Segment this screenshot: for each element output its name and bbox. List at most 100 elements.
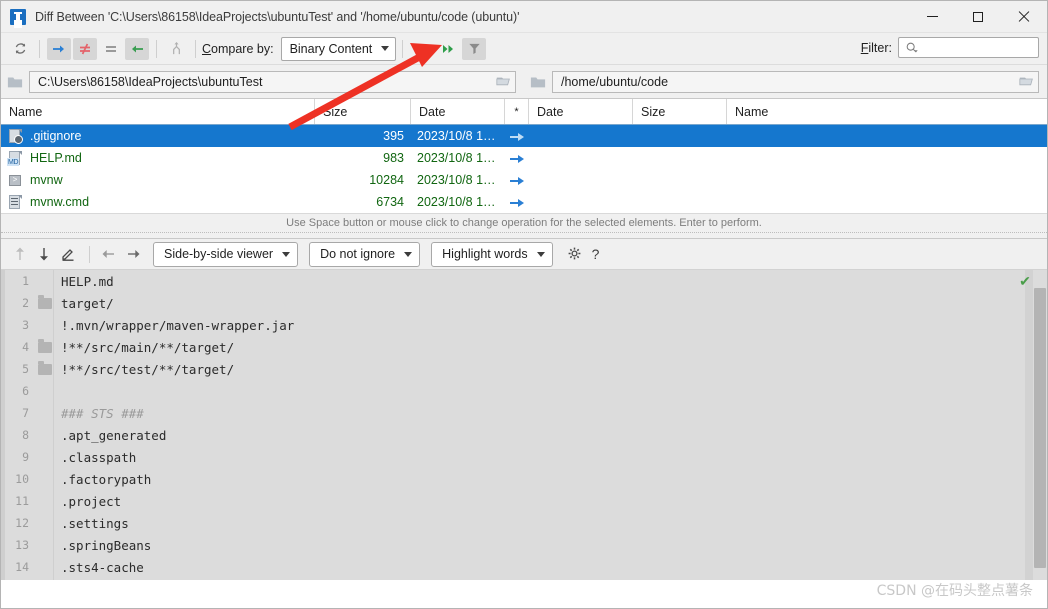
code-line[interactable]: 8 .apt_generated — [1, 424, 1047, 446]
help-button[interactable]: ? — [592, 246, 600, 262]
column-header-size-right[interactable]: Size — [633, 99, 727, 124]
toggle-different-button[interactable] — [73, 37, 97, 60]
right-file-date — [529, 125, 633, 147]
filter-area: Filter: — [861, 37, 1039, 58]
edit-source-button[interactable] — [57, 243, 79, 265]
code-line[interactable]: 12 .settings — [1, 512, 1047, 534]
markdown-file-icon: MD — [7, 150, 23, 166]
search-dropdown-icon — [906, 42, 918, 52]
code-line[interactable]: 1 HELP.md — [1, 270, 1047, 292]
not-equal-icon — [80, 43, 90, 54]
folder-icon — [35, 294, 55, 309]
highlight-mode-dropdown[interactable]: Highlight words — [431, 241, 553, 267]
merge-branches-icon — [172, 41, 180, 55]
chevron-down-icon — [282, 251, 291, 257]
vertical-scrollbar[interactable] — [1033, 288, 1047, 580]
arrow-right-icon — [128, 250, 140, 258]
browse-folder-icon[interactable] — [496, 75, 511, 88]
next-file-button[interactable] — [122, 243, 144, 265]
window-title: Diff Between 'C:\Users\86158\IdeaProject… — [35, 9, 520, 24]
code-text: .sts4-cache — [61, 559, 144, 575]
copy-to-right-icon — [509, 197, 525, 208]
run-all-icon — [443, 44, 454, 53]
column-header-size-left[interactable]: Size — [315, 99, 411, 124]
scrollbar-thumb[interactable] — [1034, 288, 1046, 568]
file-date: 2023/10/8 1… — [417, 195, 496, 209]
chevron-down-icon — [404, 251, 413, 257]
right-file-name — [727, 125, 1047, 147]
file-date: 2023/10/8 1… — [417, 151, 496, 165]
line-number: 10 — [15, 472, 29, 486]
compare-by-dropdown[interactable]: Binary Content — [280, 36, 397, 61]
close-button[interactable] — [1001, 1, 1047, 32]
right-file-date — [529, 191, 633, 213]
diff-settings-button[interactable] — [564, 243, 586, 265]
left-path-cell: C:\Users\86158\IdeaProjects\ubuntuTest — [1, 65, 524, 98]
toolbar-separator-1 — [39, 39, 40, 58]
window-controls — [909, 1, 1047, 32]
run-all-button[interactable] — [436, 38, 460, 60]
column-header-name-right[interactable]: Name — [727, 99, 1047, 124]
line-number: 1 — [22, 274, 29, 288]
code-line[interactable]: 6 — [1, 380, 1047, 402]
row-operation-button[interactable] — [505, 125, 529, 147]
maximize-button[interactable] — [955, 1, 1001, 32]
minimize-button[interactable] — [909, 1, 955, 32]
table-row[interactable]: .gitignore 395 2023/10/8 1… — [1, 125, 1047, 147]
left-path-field[interactable]: C:\Users\86158\IdeaProjects\ubuntuTest — [29, 70, 516, 93]
code-line[interactable]: 9 .classpath — [1, 446, 1047, 468]
filter-input[interactable] — [898, 37, 1039, 58]
table-row[interactable]: MD HELP.md 983 2023/10/8 1… — [1, 147, 1047, 169]
file-name: .gitignore — [30, 129, 82, 143]
code-line[interactable]: 5 !**/src/test/**/target/ — [1, 358, 1047, 380]
line-number: 3 — [22, 318, 29, 332]
code-line[interactable]: 4 !**/src/main/**/target/ — [1, 336, 1047, 358]
highlight-mode-value: Highlight words — [442, 247, 528, 261]
row-operation-button[interactable] — [505, 147, 529, 169]
browse-folder-icon[interactable] — [1019, 75, 1034, 88]
file-name: mvnw.cmd — [30, 195, 90, 209]
filter-label: Filter: — [860, 40, 892, 55]
copy-to-right-icon — [509, 175, 525, 186]
toggle-new-on-right-button[interactable] — [47, 37, 71, 60]
column-header-date-right[interactable]: Date — [529, 99, 633, 124]
code-line[interactable]: 2 target/ — [1, 292, 1047, 314]
synchronize-button[interactable] — [410, 38, 434, 60]
column-header-name-left[interactable]: Name — [1, 99, 315, 124]
viewer-mode-dropdown[interactable]: Side-by-side viewer — [153, 241, 299, 267]
splitter-handle[interactable] — [1, 232, 1047, 239]
next-difference-button[interactable] — [33, 243, 55, 265]
toolbar-separator-4 — [402, 39, 404, 58]
merge-button[interactable] — [164, 38, 188, 60]
compare-by-value: Binary Content — [289, 41, 373, 56]
row-operation-button[interactable] — [505, 191, 529, 213]
file-name: HELP.md — [30, 151, 82, 165]
code-line[interactable]: 14 .sts4-cache — [1, 556, 1047, 578]
column-header-operation[interactable]: * — [505, 99, 529, 124]
ignore-mode-dropdown[interactable]: Do not ignore — [309, 241, 421, 267]
synchronize-icon — [417, 44, 427, 53]
toolbar-separator-3 — [195, 39, 196, 58]
code-line[interactable]: 11 .project — [1, 490, 1047, 512]
column-header-date-left[interactable]: Date — [411, 99, 505, 124]
table-row[interactable]: > mvnw 10284 2023/10/8 1… — [1, 169, 1047, 191]
refresh-button[interactable] — [8, 38, 32, 60]
table-row[interactable]: mvnw.cmd 6734 2023/10/8 1… — [1, 191, 1047, 213]
toggle-equal-button[interactable] — [99, 38, 123, 60]
toggle-new-on-left-button[interactable] — [125, 37, 149, 60]
row-operation-button[interactable] — [505, 169, 529, 191]
code-line[interactable]: 10 .factorypath — [1, 468, 1047, 490]
previous-difference-button[interactable] — [9, 243, 31, 265]
diff-content-area[interactable]: 1 HELP.md 2 target/3 !.mvn/wrapper/maven-wra… — [1, 270, 1047, 580]
minimize-icon — [926, 16, 938, 17]
previous-file-button[interactable] — [98, 243, 120, 265]
right-path-field[interactable]: /home/ubuntu/code — [552, 70, 1039, 93]
folder-icon — [38, 338, 52, 353]
code-line[interactable]: 13 .springBeans — [1, 534, 1047, 556]
line-number: 5 — [22, 362, 29, 376]
viewer-mode-value: Side-by-side viewer — [164, 247, 274, 261]
ignore-mode-value: Do not ignore — [320, 247, 396, 261]
filter-button[interactable] — [462, 37, 487, 60]
code-line[interactable]: 7 ### STS ### — [1, 402, 1047, 424]
code-line[interactable]: 3 !.mvn/wrapper/maven-wrapper.jar — [1, 314, 1047, 336]
